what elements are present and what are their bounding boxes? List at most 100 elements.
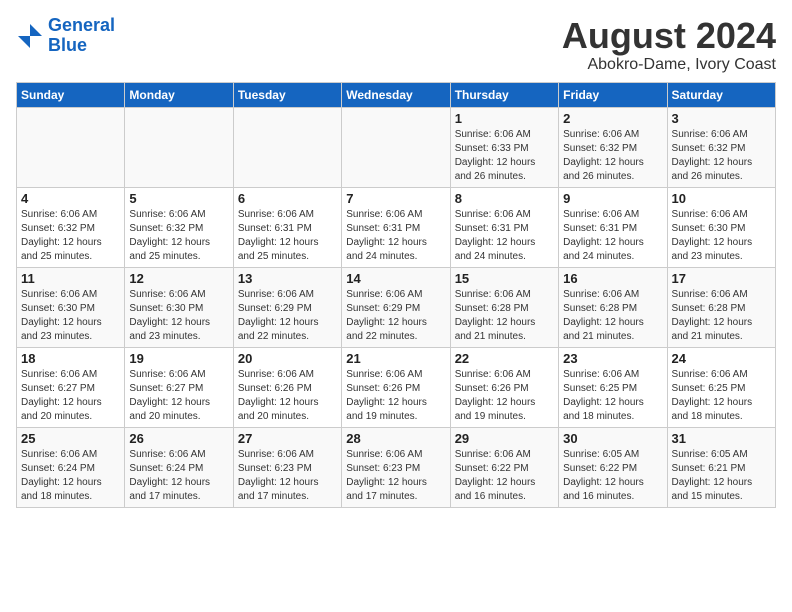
day-info: Sunrise: 6:05 AM Sunset: 6:22 PM Dayligh…: [563, 448, 662, 504]
day-info: Sunrise: 6:06 AM Sunset: 6:32 PM Dayligh…: [21, 208, 120, 264]
day-number: 8: [455, 191, 554, 206]
calendar-cell: [342, 107, 450, 187]
day-number: 16: [563, 271, 662, 286]
day-number: 9: [563, 191, 662, 206]
calendar-cell: 20Sunrise: 6:06 AM Sunset: 6:26 PM Dayli…: [233, 347, 341, 427]
logo-line2: Blue: [48, 35, 87, 55]
calendar-cell: 13 Sunrise: 6:06 AM Sunset: 6:29 PM Dayli…: [233, 267, 341, 347]
subtitle: Abokro-Dame, Ivory Coast: [562, 56, 776, 74]
day-info: Sunrise: 6:06 AM Sunset: 6:31 PM Dayligh…: [346, 208, 445, 264]
day-number: 21: [346, 351, 445, 366]
day-info: Sunrise: 6:06 AM Sunset: 6:23 PM Dayligh…: [346, 448, 445, 504]
day-number: 1: [455, 111, 554, 126]
calendar-cell: 30Sunrise: 6:05 AM Sunset: 6:22 PM Dayli…: [559, 427, 667, 507]
day-info: Sunrise: 6:06 AM Sunset: 6:25 PM Dayligh…: [672, 368, 771, 424]
calendar-cell: 4 Sunrise: 6:06 AM Sunset: 6:32 PM Daylig…: [17, 187, 125, 267]
day-number: 11: [21, 271, 120, 286]
calendar-week-row: 1 Sunrise: 6:06 AM Sunset: 6:33 PM Daylig…: [17, 107, 776, 187]
col-header-tuesday: Tuesday: [233, 82, 341, 107]
col-header-wednesday: Wednesday: [342, 82, 450, 107]
day-info: Sunrise: 6:06 AM Sunset: 6:24 PM Dayligh…: [129, 448, 228, 504]
day-number: 28: [346, 431, 445, 446]
day-info: Sunrise: 6:06 AM Sunset: 6:33 PM Dayligh…: [455, 128, 554, 184]
day-number: 13: [238, 271, 337, 286]
day-info: Sunrise: 6:06 AM Sunset: 6:31 PM Dayligh…: [563, 208, 662, 264]
calendar-cell: 29 Sunrise: 6:06 AM Sunset: 6:22 PM Dayli…: [450, 427, 558, 507]
logo-icon: [16, 22, 44, 50]
calendar-cell: [125, 107, 233, 187]
calendar-cell: 27 Sunrise: 6:06 AM Sunset: 6:23 PM Dayli…: [233, 427, 341, 507]
day-info: Sunrise: 6:06 AM Sunset: 6:28 PM Dayligh…: [672, 288, 771, 344]
day-info: Sunrise: 6:06 AM Sunset: 6:32 PM Dayligh…: [563, 128, 662, 184]
day-number: 12: [129, 271, 228, 286]
main-title: August 2024: [562, 16, 776, 56]
calendar-cell: [233, 107, 341, 187]
calendar-cell: [17, 107, 125, 187]
calendar-cell: 6Sunrise: 6:06 AM Sunset: 6:31 PM Daylig…: [233, 187, 341, 267]
calendar-cell: 7 Sunrise: 6:06 AM Sunset: 6:31 PM Daylig…: [342, 187, 450, 267]
day-number: 22: [455, 351, 554, 366]
logo-text: General Blue: [48, 16, 115, 56]
day-info: Sunrise: 6:06 AM Sunset: 6:22 PM Dayligh…: [455, 448, 554, 504]
day-number: 29: [455, 431, 554, 446]
day-info: Sunrise: 6:06 AM Sunset: 6:28 PM Dayligh…: [455, 288, 554, 344]
calendar-cell: 9 Sunrise: 6:06 AM Sunset: 6:31 PM Daylig…: [559, 187, 667, 267]
calendar-cell: 19 Sunrise: 6:06 AM Sunset: 6:27 PM Dayli…: [125, 347, 233, 427]
col-header-friday: Friday: [559, 82, 667, 107]
day-info: Sunrise: 6:06 AM Sunset: 6:32 PM Dayligh…: [129, 208, 228, 264]
day-number: 17: [672, 271, 771, 286]
calendar-cell: 1 Sunrise: 6:06 AM Sunset: 6:33 PM Daylig…: [450, 107, 558, 187]
calendar-cell: 28 Sunrise: 6:06 AM Sunset: 6:23 PM Dayli…: [342, 427, 450, 507]
day-info: Sunrise: 6:06 AM Sunset: 6:27 PM Dayligh…: [129, 368, 228, 424]
col-header-monday: Monday: [125, 82, 233, 107]
day-info: Sunrise: 6:06 AM Sunset: 6:28 PM Dayligh…: [563, 288, 662, 344]
calendar-cell: 31 Sunrise: 6:05 AM Sunset: 6:21 PM Dayli…: [667, 427, 775, 507]
day-number: 23: [563, 351, 662, 366]
day-number: 25: [21, 431, 120, 446]
day-number: 26: [129, 431, 228, 446]
day-info: Sunrise: 6:06 AM Sunset: 6:26 PM Dayligh…: [346, 368, 445, 424]
day-info: Sunrise: 6:06 AM Sunset: 6:23 PM Dayligh…: [238, 448, 337, 504]
day-info: Sunrise: 6:06 AM Sunset: 6:30 PM Dayligh…: [672, 208, 771, 264]
day-info: Sunrise: 6:06 AM Sunset: 6:24 PM Dayligh…: [21, 448, 120, 504]
calendar-cell: 22 Sunrise: 6:06 AM Sunset: 6:26 PM Dayli…: [450, 347, 558, 427]
day-number: 31: [672, 431, 771, 446]
calendar-cell: 3Sunrise: 6:06 AM Sunset: 6:32 PM Daylig…: [667, 107, 775, 187]
day-number: 14: [346, 271, 445, 286]
col-header-saturday: Saturday: [667, 82, 775, 107]
day-info: Sunrise: 6:05 AM Sunset: 6:21 PM Dayligh…: [672, 448, 771, 504]
day-info: Sunrise: 6:06 AM Sunset: 6:27 PM Dayligh…: [21, 368, 120, 424]
day-number: 4: [21, 191, 120, 206]
calendar-cell: 10 Sunrise: 6:06 AM Sunset: 6:30 PM Dayli…: [667, 187, 775, 267]
day-info: Sunrise: 6:06 AM Sunset: 6:29 PM Dayligh…: [238, 288, 337, 344]
title-block: August 2024 Abokro-Dame, Ivory Coast: [562, 16, 776, 74]
day-info: Sunrise: 6:06 AM Sunset: 6:31 PM Dayligh…: [238, 208, 337, 264]
calendar-cell: 18 Sunrise: 6:06 AM Sunset: 6:27 PM Dayli…: [17, 347, 125, 427]
calendar-cell: 12 Sunrise: 6:06 AM Sunset: 6:30 PM Dayli…: [125, 267, 233, 347]
calendar-cell: 25 Sunrise: 6:06 AM Sunset: 6:24 PM Dayli…: [17, 427, 125, 507]
day-number: 10: [672, 191, 771, 206]
calendar-cell: 16 Sunrise: 6:06 AM Sunset: 6:28 PM Dayli…: [559, 267, 667, 347]
calendar-cell: 21 Sunrise: 6:06 AM Sunset: 6:26 PM Dayli…: [342, 347, 450, 427]
day-number: 3: [672, 111, 771, 126]
day-number: 18: [21, 351, 120, 366]
day-info: Sunrise: 6:06 AM Sunset: 6:29 PM Dayligh…: [346, 288, 445, 344]
day-info: Sunrise: 6:06 AM Sunset: 6:30 PM Dayligh…: [129, 288, 228, 344]
calendar-cell: 2Sunrise: 6:06 AM Sunset: 6:32 PM Daylig…: [559, 107, 667, 187]
logo: General Blue: [16, 16, 115, 56]
calendar-cell: 11Sunrise: 6:06 AM Sunset: 6:30 PM Dayli…: [17, 267, 125, 347]
logo-line1: General: [48, 15, 115, 35]
calendar-cell: 23Sunrise: 6:06 AM Sunset: 6:25 PM Dayli…: [559, 347, 667, 427]
day-number: 27: [238, 431, 337, 446]
day-number: 15: [455, 271, 554, 286]
day-info: Sunrise: 6:06 AM Sunset: 6:26 PM Dayligh…: [455, 368, 554, 424]
calendar-cell: 26 Sunrise: 6:06 AM Sunset: 6:24 PM Dayli…: [125, 427, 233, 507]
day-number: 7: [346, 191, 445, 206]
day-number: 20: [238, 351, 337, 366]
calendar-week-row: 4 Sunrise: 6:06 AM Sunset: 6:32 PM Daylig…: [17, 187, 776, 267]
day-number: 19: [129, 351, 228, 366]
calendar-cell: 24Sunrise: 6:06 AM Sunset: 6:25 PM Dayli…: [667, 347, 775, 427]
calendar-header-row: SundayMondayTuesdayWednesdayThursdayFrid…: [17, 82, 776, 107]
calendar-week-row: 18 Sunrise: 6:06 AM Sunset: 6:27 PM Dayli…: [17, 347, 776, 427]
day-number: 5: [129, 191, 228, 206]
